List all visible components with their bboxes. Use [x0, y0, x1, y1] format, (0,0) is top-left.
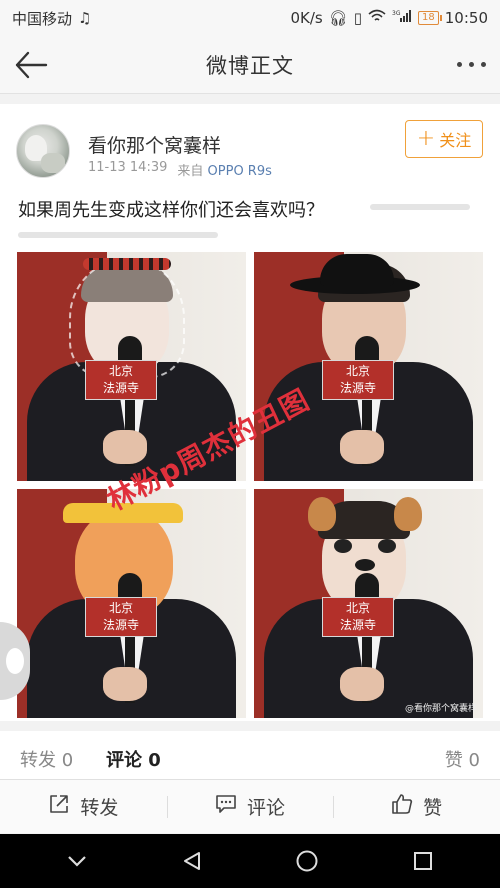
like-label: 赞: [423, 797, 443, 819]
like-count[interactable]: 赞 0: [445, 746, 480, 772]
comment-count[interactable]: 评论 0: [106, 746, 161, 772]
page-title: 微博正文: [206, 53, 294, 78]
photo-sign: 北京 法源寺: [85, 360, 157, 400]
avatar[interactable]: [16, 124, 70, 178]
thumbs-up-icon: [391, 793, 413, 820]
photo-sign: 北京 法源寺: [85, 597, 157, 637]
plus-icon: +: [416, 126, 436, 151]
like-button[interactable]: 赞: [333, 780, 500, 833]
photo-sign: 北京 法源寺: [322, 597, 394, 637]
source-device: OPPO R9s: [207, 164, 272, 179]
more-dots-icon[interactable]: [457, 62, 486, 67]
photo-watermark: @看你那个窝囊样: [404, 704, 477, 714]
network-type-label: 3G: [392, 10, 401, 17]
photo-grid: 北京 法源寺 北京 法源寺 北京 法源寺 北京 法源寺 @看你那个窝囊样: [17, 252, 483, 718]
battery-icon: 18: [418, 11, 442, 25]
arrow-left-icon[interactable]: [14, 50, 48, 80]
comment-icon: [215, 794, 237, 819]
source-prefix: 来自: [177, 164, 204, 179]
headphones-icon: 🎧︎: [328, 9, 348, 27]
photo-sign: 北京 法源寺: [322, 360, 394, 400]
signal-icon: 3G: [392, 9, 412, 27]
photo-4[interactable]: 北京 法源寺 @看你那个窝囊样: [254, 489, 483, 718]
post-card: 看你那个窝囊样 11-13 14:39 来自 OPPO R9s + 关注 如果周…: [0, 104, 500, 721]
post-username[interactable]: 看你那个窝囊样: [88, 131, 221, 158]
back-triangle-icon[interactable]: [181, 850, 203, 872]
post-source: 来自 OPPO R9s: [177, 160, 272, 179]
comment-button[interactable]: 评论: [166, 780, 334, 833]
post-meta: 11-13 14:39 来自 OPPO R9s: [88, 160, 272, 179]
chevron-down-icon[interactable]: [66, 854, 88, 868]
photo-2[interactable]: 北京 法源寺: [254, 252, 483, 481]
repost-button[interactable]: 转发: [0, 780, 167, 833]
music-note-icon: ♫: [78, 9, 92, 27]
home-circle-icon[interactable]: [295, 849, 319, 873]
post-stats: 转发 0 评论 0 赞 0: [0, 721, 500, 787]
network-speed: 0K/s: [290, 9, 323, 27]
repost-count[interactable]: 转发 0: [20, 746, 106, 772]
system-nav-bar: [0, 834, 500, 888]
recents-square-icon[interactable]: [412, 850, 434, 872]
follow-label: 关注: [439, 131, 472, 150]
repost-label: 转发: [80, 797, 119, 819]
clock: 10:50: [444, 9, 488, 27]
top-nav-bar: 微博正文: [0, 36, 500, 94]
vibrate-icon: ▯: [353, 9, 363, 27]
wifi-icon: [368, 9, 386, 27]
post-text: 如果周先生变成这样你们还会喜欢吗？: [18, 200, 324, 221]
blurred-text: [370, 204, 470, 210]
follow-button[interactable]: + 关注: [405, 120, 483, 158]
bottom-action-bar: 转发 评论 赞: [0, 779, 500, 833]
blurred-text: [18, 232, 218, 238]
carrier-label: 中国移动: [12, 9, 73, 28]
comment-label: 评论: [247, 797, 286, 819]
share-icon: [48, 793, 70, 820]
photo-3[interactable]: 北京 法源寺: [17, 489, 246, 718]
post-time: 11-13 14:39: [88, 160, 168, 175]
status-bar: 中国移动 ♫ 0K/s 🎧︎ ▯ 3G 18 10:50: [0, 0, 500, 36]
